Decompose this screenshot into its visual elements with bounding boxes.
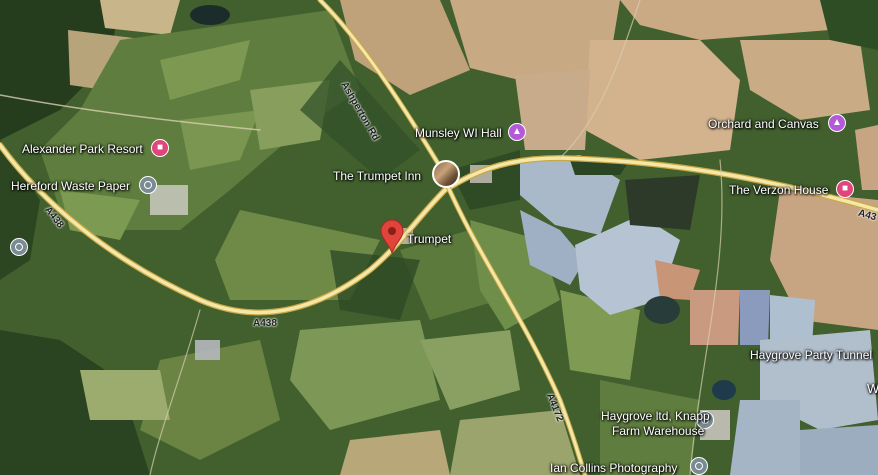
place-label-trumpet[interactable]: Trumpet xyxy=(407,232,451,246)
place-label-orchard-and-canvas[interactable]: Orchard and Canvas xyxy=(708,117,819,131)
bed-icon[interactable]: ■ xyxy=(836,180,854,198)
bank-icon[interactable] xyxy=(10,238,28,256)
place-label-alexander-park-resort[interactable]: Alexander Park Resort xyxy=(22,142,143,156)
place-label-hereford-waste-paper[interactable]: Hereford Waste Paper xyxy=(11,179,130,193)
place-label-the-trumpet-inn[interactable]: The Trumpet Inn xyxy=(333,169,421,183)
place-label-haygrove-ltd-line1[interactable]: Haygrove ltd, Knapp xyxy=(601,409,710,423)
landmark-icon[interactable]: ▲ xyxy=(828,114,846,132)
place-label-munsley-wi-hall[interactable]: Munsley WI Hall xyxy=(415,126,502,140)
red-map-pin-icon[interactable] xyxy=(379,220,405,254)
road-label-a438-south: A438 xyxy=(253,318,277,329)
landmark-icon[interactable]: ▲ xyxy=(508,123,526,141)
edge-label-w[interactable]: W xyxy=(867,382,878,396)
place-label-haygrove-ltd-line2[interactable]: Farm Warehouse xyxy=(612,424,704,438)
place-label-ian-collins-photography[interactable]: Ian Collins Photography xyxy=(550,461,677,475)
bed-icon[interactable]: ■ xyxy=(151,139,169,157)
place-label-the-verzon-house[interactable]: The Verzon House xyxy=(729,183,828,197)
circle-pin-icon[interactable] xyxy=(139,176,157,194)
circle-pin-icon[interactable] xyxy=(690,457,708,475)
place-label-haygrove-party-tunnel[interactable]: Haygrove Party Tunnel xyxy=(750,348,872,362)
photo-thumbnail-icon[interactable] xyxy=(432,160,460,188)
